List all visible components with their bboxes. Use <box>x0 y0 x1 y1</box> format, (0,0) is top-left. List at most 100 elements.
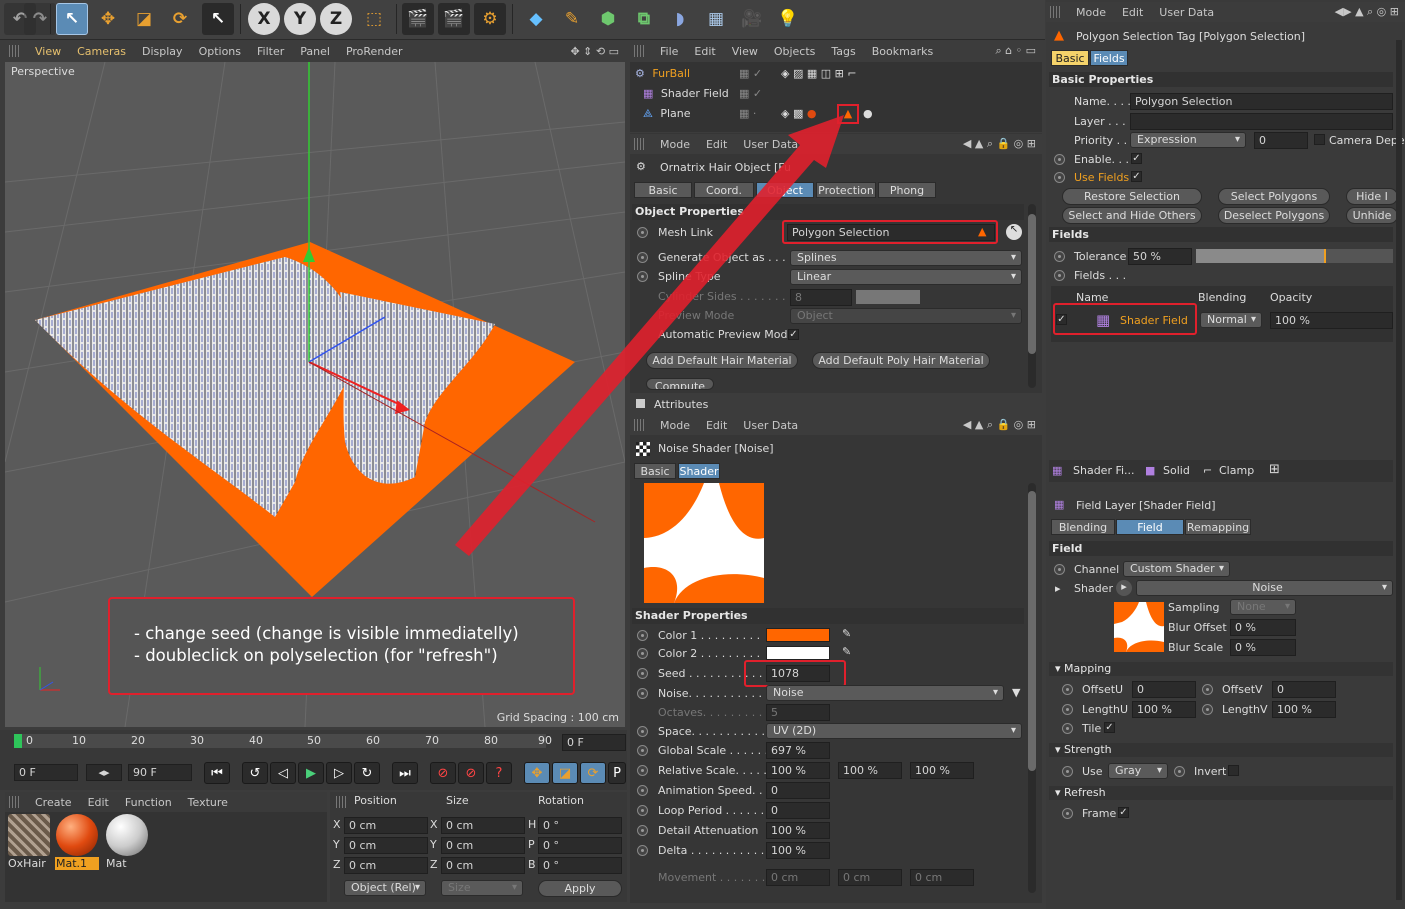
layer-field[interactable] <box>1130 113 1393 130</box>
render-picture-viewer-icon[interactable]: 🎬 <box>438 3 470 35</box>
enable-checkbox[interactable]: ✓ <box>1131 153 1142 164</box>
compute-button[interactable]: Compute <box>646 378 714 390</box>
use-fields-radio[interactable] <box>1054 172 1065 183</box>
fl-tab-remapping[interactable]: Remapping <box>1185 519 1251 535</box>
movement-x[interactable]: 0 cm <box>766 869 830 886</box>
visibility-icon[interactable]: ▦ ✓ <box>739 84 762 104</box>
mat-menu-function[interactable]: Function <box>125 796 172 809</box>
mat-menu-edit[interactable]: Edit <box>88 796 109 809</box>
cylinder-sides-field[interactable]: 8 <box>790 289 852 306</box>
seed-radio[interactable] <box>637 668 648 679</box>
cylinder-sides-slider[interactable] <box>856 290 920 304</box>
prev-frame-icon[interactable]: ◁ <box>270 762 296 784</box>
attr2-menu-edit[interactable]: Edit <box>706 419 727 432</box>
noise-select[interactable]: Noise <box>766 685 1004 701</box>
om-menu-edit[interactable]: Edit <box>694 45 715 58</box>
polygon-selection-tag-icon[interactable]: ▲ <box>837 104 859 124</box>
color1-radio[interactable] <box>637 630 648 641</box>
global-scale-field[interactable]: 697 % <box>766 742 830 759</box>
key-rotation-icon[interactable]: ⟳ <box>580 762 606 784</box>
select-hide-others-button[interactable]: Select and Hide Others <box>1062 207 1202 224</box>
end-frame-field[interactable]: 90 F <box>128 764 192 781</box>
mesh-link-radio[interactable] <box>637 227 648 238</box>
right-nav-icons[interactable]: ◀▶ ▲ ⌕ ◎ ⊞ <box>1335 5 1399 19</box>
render-view-icon[interactable]: 🎬 <box>402 3 434 35</box>
subdivision-icon[interactable]: ⬢ <box>592 3 624 35</box>
lengthv-field[interactable]: 100 % <box>1272 701 1336 718</box>
noise-expand-icon[interactable]: ▼ <box>1012 686 1020 699</box>
menu-options[interactable]: Options <box>199 45 241 58</box>
offsetu-radio[interactable] <box>1062 684 1073 695</box>
menu-filter[interactable]: Filter <box>257 45 284 58</box>
tab-basic[interactable]: Basic <box>634 182 692 198</box>
layer-tab-solid[interactable]: Solid <box>1163 464 1190 477</box>
array-icon[interactable]: ⧉ <box>628 3 660 35</box>
loop-period-radio[interactable] <box>637 805 648 816</box>
camera-dependent-checkbox[interactable] <box>1314 134 1325 145</box>
select-polygons-button[interactable]: Select Polygons <box>1218 188 1330 205</box>
om-menu-objects[interactable]: Objects <box>774 45 816 58</box>
fl-tab-blending[interactable]: Blending <box>1051 519 1115 535</box>
right-menu-edit[interactable]: Edit <box>1122 6 1143 19</box>
field-opacity-field[interactable]: 100 % <box>1270 312 1393 329</box>
om-menu-bookmarks[interactable]: Bookmarks <box>872 45 933 58</box>
generate-select[interactable]: Splines <box>790 250 1022 266</box>
add-layer-icon[interactable]: ⊞ <box>1269 462 1280 477</box>
object-row-furball[interactable]: ⚙ FurBall ▦ ✓ ◈ ▨ ▦ ◫ ⊞ ⌐ <box>635 64 1037 84</box>
layer-tab-shader-field[interactable]: Shader Fi... <box>1073 464 1135 477</box>
priority-select[interactable]: Expression <box>1130 132 1246 148</box>
om-menu-view[interactable]: View <box>732 45 758 58</box>
x-axis-lock[interactable]: X <box>248 3 280 35</box>
tile-radio[interactable] <box>1062 723 1073 734</box>
space-radio[interactable] <box>637 726 648 737</box>
apply-button[interactable]: Apply <box>538 880 622 897</box>
offsetv-radio[interactable] <box>1202 684 1213 695</box>
pen-icon[interactable]: ✎ <box>556 3 588 35</box>
pos-z-field[interactable]: 0 cm <box>344 857 428 874</box>
use-select[interactable]: Gray <box>1108 763 1168 779</box>
menu-view[interactable]: View <box>35 45 61 58</box>
object-row-shader-field[interactable]: ▦ Shader Field ▦ ✓ <box>635 84 1037 104</box>
preview-mode-select[interactable]: Object <box>790 308 1022 324</box>
key-scale-icon[interactable]: ◪ <box>552 762 578 784</box>
relative-scale-z[interactable]: 100 % <box>910 762 974 779</box>
tolerance-slider[interactable] <box>1196 249 1393 263</box>
frame-checkbox[interactable]: ✓ <box>1118 807 1129 818</box>
floor-icon[interactable]: ▦ <box>700 3 732 35</box>
octaves-field[interactable]: 5 <box>766 704 830 721</box>
render-settings-icon[interactable]: ⚙ <box>474 3 506 35</box>
prev-key-icon[interactable]: ↺ <box>242 762 268 784</box>
attr1-nav-icons[interactable]: ◀ ▲ ⌕ 🔒 ◎ ⊞ <box>963 137 1036 151</box>
eyedropper-icon[interactable]: ✎ <box>842 645 851 658</box>
coord-mode-select[interactable]: Object (Rel) <box>344 880 426 896</box>
keyframe-selection-icon[interactable]: ? <box>486 762 512 784</box>
attr2-menu-userdata[interactable]: User Data <box>743 419 798 432</box>
expand-icon[interactable]: ▸ <box>1055 582 1061 595</box>
key-position-icon[interactable]: ✥ <box>524 762 550 784</box>
color2-swatch[interactable] <box>766 646 830 660</box>
priority-number[interactable]: 0 <box>1254 132 1308 149</box>
strength-header[interactable]: ▾ Strength <box>1049 743 1393 757</box>
om-menu-file[interactable]: File <box>660 45 678 58</box>
lengthu-field[interactable]: 100 % <box>1132 701 1196 718</box>
attr2-nav-icons[interactable]: ◀ ▲ ⌕ 🔒 ◎ ⊞ <box>963 418 1036 432</box>
relative-scale-radio[interactable] <box>637 765 648 776</box>
live-select-icon[interactable]: ↖ <box>202 3 234 35</box>
offsetv-field[interactable]: 0 <box>1272 681 1336 698</box>
enable-radio[interactable] <box>1054 154 1065 165</box>
right-scrollbar[interactable] <box>1396 40 1402 900</box>
relative-scale-x[interactable]: 100 % <box>766 762 830 779</box>
timeline-playhead[interactable] <box>14 734 22 748</box>
generate-radio[interactable] <box>637 252 648 263</box>
delta-field[interactable]: 100 % <box>766 842 830 859</box>
tab-object[interactable]: Object <box>756 182 814 198</box>
right-menu-mode[interactable]: Mode <box>1076 6 1106 19</box>
furball-tags[interactable]: ◈ ▨ ▦ ◫ ⊞ ⌐ <box>781 64 857 84</box>
shader-select[interactable]: Noise <box>1136 580 1393 596</box>
plane-tags[interactable]: ◈ ▩ ● <box>781 104 816 124</box>
viewport-perspective[interactable]: Perspective Grid Spacing : 100 cm - chan… <box>5 62 625 727</box>
deselect-polygons-button[interactable]: Deselect Polygons <box>1218 207 1330 224</box>
rot-p-field[interactable]: 0 ° <box>538 837 622 854</box>
material-oxhair[interactable]: OxHair <box>7 814 51 872</box>
movement-y[interactable]: 0 cm <box>838 869 902 886</box>
